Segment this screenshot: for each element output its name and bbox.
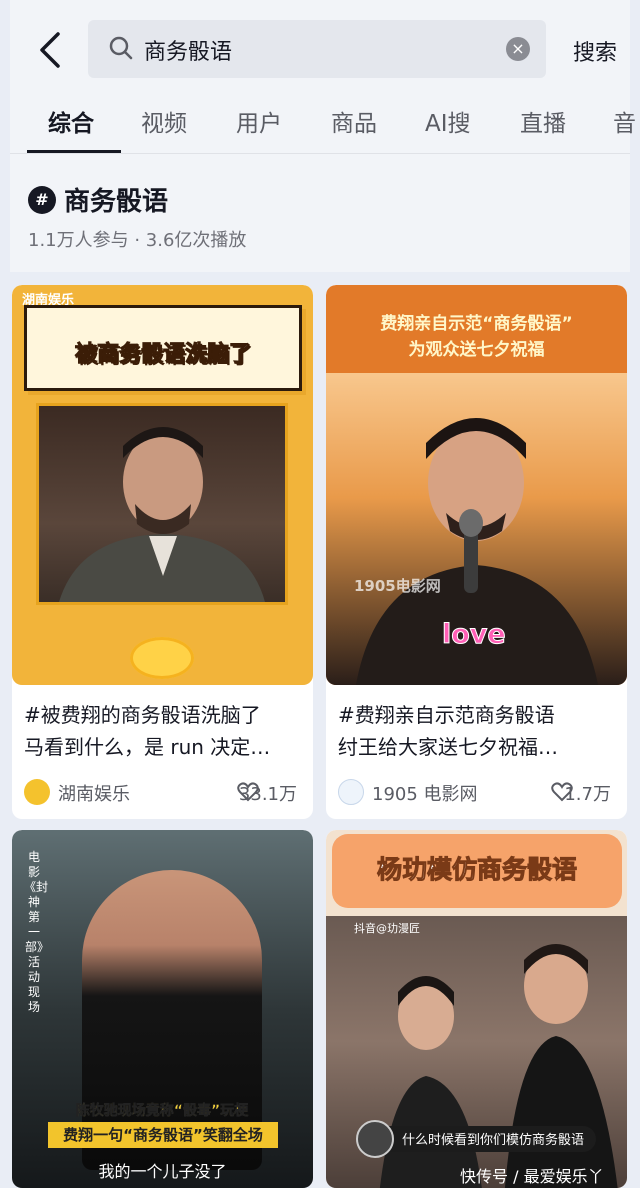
video-card[interactable]: 湖南娱乐 被商务骰语洗脑了 #被费翔的商务骰语洗脑了 马看到什么，是 run 决…	[12, 285, 313, 819]
tab-users[interactable]: 用户	[236, 104, 282, 138]
thumbnail-caption: 费翔亲自示范“商务骰语” 为观众送七夕祝福	[326, 311, 627, 363]
video-card[interactable]: 费翔亲自示范“商务骰语” 为观众送七夕祝福 1905电影网 love #费翔亲自…	[326, 285, 627, 819]
thumbnail-subtitle: 我的一个儿子没了	[98, 1162, 227, 1181]
like-count: 33.1万	[238, 784, 297, 805]
video-thumbnail[interactable]: 杨玏模仿商务骰语 抖音@玏漫匠 什么时候看到你们模仿商务骰语	[326, 830, 627, 1188]
thumbnail-overlay-text: love	[442, 619, 507, 651]
like-count: 1.7万	[564, 784, 611, 805]
tab-music[interactable]: 音	[613, 104, 636, 138]
tab-products[interactable]: 商品	[331, 104, 377, 138]
video-title-line1: #费翔亲自示范商务骰语	[338, 703, 555, 727]
video-meta: 湖南娱乐 33.1万	[12, 775, 313, 819]
avatar[interactable]	[338, 779, 364, 805]
top-section: 商务骰语 × 搜索 综合 视频 用户 商品 AI搜 直播 音 # 商务骰语 1.…	[10, 0, 636, 272]
avatar	[356, 1120, 394, 1158]
tab-video[interactable]: 视频	[141, 104, 187, 138]
watermark: 快传号 / 最爱娱乐丫	[460, 1167, 604, 1186]
thumbnail-subtitle-bar: 什么时候看到你们模仿商务骰语	[356, 1120, 596, 1158]
thumbnail-subtitle: 费翔一句“商务骰语”笑翻全场	[48, 1122, 278, 1148]
tab-comprehensive[interactable]: 综合	[48, 104, 94, 138]
video-card[interactable]: 电影《封神第一部》活动现场 陈牧驰现场竟称“骰毒”玩梗 费翔一句“商务骰语”笑翻…	[12, 830, 313, 1188]
clear-icon[interactable]: ×	[506, 37, 530, 61]
search-input[interactable]: 商务骰语 ×	[88, 20, 546, 78]
video-thumbnail[interactable]: 电影《封神第一部》活动现场 陈牧驰现场竟称“骰毒”玩梗 费翔一句“商务骰语”笑翻…	[12, 830, 313, 1188]
thumbnail-title-bubble: 杨玏模仿商务骰语	[332, 834, 622, 908]
video-title[interactable]: #被费翔的商务骰语洗脑了 马看到什么，是 run 决定…	[12, 685, 313, 775]
search-query: 商务骰语	[144, 40, 233, 65]
thumbnail-subtitle: 陈牧驰现场竟称“骰毒”玩梗	[75, 1103, 249, 1120]
hunan-tv-logo	[130, 637, 194, 679]
video-title-line2: 马看到什么，是 run 决定…	[24, 735, 271, 759]
thumbnail-caption-line2: 为观众送七夕祝福	[408, 340, 545, 360]
author-name[interactable]: 湖南娱乐	[58, 780, 130, 806]
search-button[interactable]: 搜索	[573, 35, 617, 67]
author-name[interactable]: 1905 电影网	[372, 780, 478, 806]
video-card[interactable]: 杨玏模仿商务骰语 抖音@玏漫匠 什么时候看到你们模仿商务骰语	[326, 830, 627, 1188]
thumbnail-photo	[36, 403, 288, 605]
thumbnail-watermark: 1905电影网	[354, 577, 441, 595]
divider	[10, 153, 630, 154]
thumbnail-caption-line1: 费翔亲自示范“商务骰语”	[380, 314, 573, 334]
video-thumbnail[interactable]: 费翔亲自示范“商务骰语” 为观众送七夕祝福 1905电影网 love	[326, 285, 627, 685]
tab-bar: 综合 视频 用户 商品 AI搜 直播 音	[10, 100, 636, 153]
video-title[interactable]: #费翔亲自示范商务骰语 纣王给大家送七夕祝福…	[326, 685, 627, 775]
hashtag-icon: #	[28, 186, 56, 214]
video-meta: 1905 电影网 1.7万	[326, 775, 627, 819]
back-arrow-icon[interactable]	[32, 30, 72, 70]
avatar[interactable]	[24, 779, 50, 805]
topic-stats: 1.1万人参与 · 3.6亿次播放	[28, 230, 247, 251]
tab-ai-search[interactable]: AI搜	[425, 104, 471, 138]
thumbnail-caption: 被商务骰语洗脑了	[74, 342, 251, 368]
search-icon	[108, 35, 134, 65]
thumbnail-tag: 抖音@玏漫匠	[354, 922, 420, 935]
video-thumbnail[interactable]: 湖南娱乐 被商务骰语洗脑了	[12, 285, 313, 685]
video-title-line1: #被费翔的商务骰语洗脑了	[24, 703, 261, 727]
tab-live[interactable]: 直播	[520, 104, 566, 138]
topic-title[interactable]: 商务骰语	[64, 181, 168, 218]
video-title-line2: 纣王给大家送七夕祝福…	[338, 735, 558, 759]
thumbnail-banner: 被商务骰语洗脑了	[24, 305, 302, 391]
thumbnail-caption: 杨玏模仿商务骰语	[376, 855, 577, 885]
thumbnail-subtitle: 什么时候看到你们模仿商务骰语	[402, 1133, 585, 1148]
thumbnail-vertical-text: 电影《封神第一部》活动现场	[24, 850, 49, 1014]
